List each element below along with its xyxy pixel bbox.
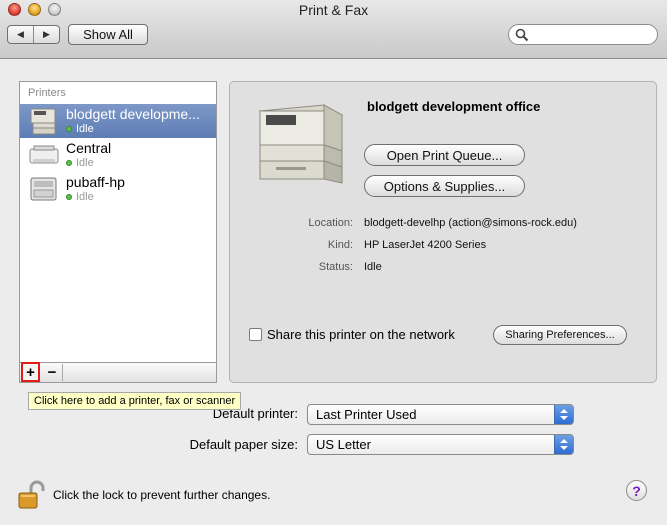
printer-list-item[interactable]: pubaff-hp Idle: [20, 172, 216, 206]
printer-status: Idle: [76, 157, 94, 169]
printer-list-header: Printers: [28, 87, 66, 99]
printer-list-item[interactable]: Central Idle: [20, 138, 216, 172]
show-all-button[interactable]: Show All: [68, 24, 148, 45]
kind-label: Kind:: [327, 239, 353, 251]
sharing-preferences-button[interactable]: Sharing Preferences...: [493, 325, 627, 345]
default-paper-select[interactable]: US Letter: [307, 434, 574, 455]
default-printer-value: Last Printer Used: [316, 407, 417, 422]
lock-message: Click the lock to prevent further change…: [53, 488, 271, 502]
options-supplies-button[interactable]: Options & Supplies...: [364, 175, 525, 197]
title-bar: Print & Fax ◀ ▶ Show All: [0, 0, 667, 59]
printer-name: Central: [66, 140, 112, 156]
status-dot-icon: [66, 194, 72, 200]
add-printer-tooltip: Click here to add a printer, fax or scan…: [28, 392, 242, 410]
status-value: Idle: [364, 261, 382, 273]
remove-printer-button[interactable]: −: [42, 364, 63, 381]
status-label: Status:: [318, 261, 353, 273]
default-paper-value: US Letter: [316, 437, 371, 452]
search-input[interactable]: [508, 24, 658, 45]
open-print-queue-button[interactable]: Open Print Queue...: [364, 144, 525, 166]
status-dot-icon: [66, 126, 72, 132]
search-icon: [515, 28, 529, 42]
help-button[interactable]: ?: [626, 480, 647, 501]
share-printer-checkbox[interactable]: [249, 328, 262, 341]
printer-name: pubaff-hp: [66, 174, 125, 190]
printer-icon: [30, 177, 57, 201]
back-arrow-icon[interactable]: ◀: [8, 26, 34, 43]
lock-icon[interactable]: [16, 480, 46, 510]
nav-buttons: ◀ ▶: [7, 25, 60, 44]
add-printer-button[interactable]: +: [21, 362, 40, 382]
printer-status: Idle: [76, 191, 94, 203]
printer-icon: [29, 145, 59, 164]
status-dot-icon: [66, 160, 72, 166]
location-label: Location:: [308, 217, 353, 229]
printer-name: blodgett developme...: [66, 106, 200, 122]
kind-value: HP LaserJet 4200 Series: [364, 239, 487, 251]
printer-list: Printers blodgett developme... Idle Cent…: [19, 81, 217, 363]
printer-title: blodgett development office: [367, 99, 541, 114]
location-value: blodgett-develhp (action@simons-rock.edu…: [364, 217, 577, 229]
printer-status: Idle: [76, 123, 94, 135]
default-printer-select[interactable]: Last Printer Used: [307, 404, 574, 425]
default-paper-label: Default paper size:: [189, 437, 298, 452]
select-arrows-icon: [554, 405, 573, 424]
share-printer-label: Share this printer on the network: [267, 327, 455, 342]
window-title: Print & Fax: [298, 2, 369, 18]
printer-list-item[interactable]: blodgett developme... Idle: [20, 104, 216, 138]
printer-large-icon: [258, 104, 344, 184]
forward-arrow-icon[interactable]: ▶: [34, 26, 59, 43]
printer-icon: [30, 108, 56, 135]
select-arrows-icon: [554, 435, 573, 454]
